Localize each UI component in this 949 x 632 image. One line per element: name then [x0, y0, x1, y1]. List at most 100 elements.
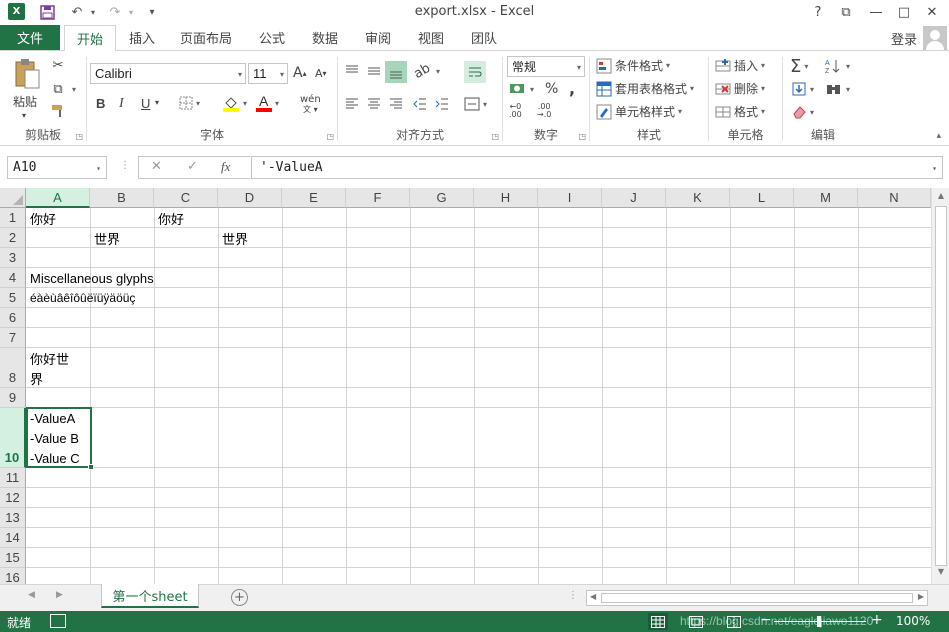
macro-recording-icon[interactable]: [50, 614, 66, 628]
top-align-icon[interactable]: [344, 63, 360, 79]
cell-a1[interactable]: 你好: [30, 209, 56, 228]
row-header-9[interactable]: 9: [0, 388, 26, 408]
wrap-text-icon[interactable]: [464, 61, 486, 83]
number-launcher-icon[interactable]: ◳: [578, 132, 586, 141]
maximize-button[interactable]: □: [894, 2, 914, 22]
vertical-scroll-thumb[interactable]: [935, 206, 947, 566]
cell-a5[interactable]: éàèùâêîôûëïüÿäöüç: [30, 291, 135, 305]
clear-icon[interactable]: ▾: [791, 104, 814, 120]
fill-handle[interactable]: [88, 464, 94, 470]
tab-review[interactable]: 审阅: [356, 25, 400, 50]
align-center-icon[interactable]: [366, 96, 382, 112]
paste-dropdown-icon[interactable]: ▾: [22, 111, 26, 120]
sign-in-link[interactable]: 登录: [891, 29, 917, 48]
column-header-m[interactable]: M: [794, 188, 858, 208]
font-name-select[interactable]: Calibri ▾: [90, 63, 246, 84]
conditional-formatting-button[interactable]: 条件格式 ▾: [596, 57, 670, 74]
customize-quick-access-icon[interactable]: ▾: [143, 3, 161, 21]
tab-view[interactable]: 视图: [409, 25, 453, 50]
row-header-2[interactable]: 2: [0, 228, 26, 248]
orientation-icon[interactable]: ab ▾: [411, 60, 440, 81]
middle-align-icon[interactable]: [366, 63, 382, 79]
excel-app-icon[interactable]: X: [8, 3, 25, 20]
row-header-13[interactable]: 13: [0, 508, 26, 528]
paste-button-label[interactable]: 粘贴: [13, 93, 37, 110]
copy-icon[interactable]: ⧉ ▾: [50, 81, 76, 97]
paste-icon[interactable]: [12, 57, 42, 91]
tab-page-layout[interactable]: 页面布局: [172, 25, 240, 50]
delete-cells-button[interactable]: 删除 ▾: [715, 80, 765, 97]
tab-insert[interactable]: 插入: [120, 25, 164, 50]
zoom-level[interactable]: 100%: [896, 614, 930, 628]
column-header-g[interactable]: G: [410, 188, 474, 208]
previous-sheet-icon[interactable]: ◀: [28, 590, 35, 600]
scroll-up-icon[interactable]: ▲: [935, 191, 947, 205]
page-layout-view-icon[interactable]: [686, 613, 706, 630]
sort-filter-icon[interactable]: AZ ▾: [825, 58, 850, 74]
merge-center-icon[interactable]: ▾: [464, 96, 487, 112]
tab-split-grip-icon[interactable]: ⋮: [568, 590, 578, 601]
collapse-ribbon-icon[interactable]: ▴: [936, 131, 941, 141]
increase-decimal-icon[interactable]: ←0.00: [509, 103, 522, 119]
row-header-10[interactable]: 10: [0, 408, 26, 468]
row-header-16[interactable]: 16: [0, 568, 26, 584]
column-header-l[interactable]: L: [730, 188, 794, 208]
column-header-c[interactable]: C: [154, 188, 218, 208]
underline-dropdown-icon[interactable]: ▾: [155, 98, 159, 107]
column-header-b[interactable]: B: [90, 188, 154, 208]
add-sheet-icon[interactable]: +: [231, 589, 248, 606]
zoom-out-button[interactable]: −: [760, 612, 772, 628]
cell-d2[interactable]: 世界: [222, 229, 248, 248]
borders-icon[interactable]: ▾: [179, 96, 200, 110]
increase-indent-icon[interactable]: [434, 96, 450, 112]
column-header-a[interactable]: A: [26, 188, 90, 208]
clipboard-launcher-icon[interactable]: ◳: [75, 132, 83, 141]
italic-button[interactable]: I: [119, 96, 124, 112]
next-sheet-icon[interactable]: ▶: [56, 590, 63, 600]
find-select-icon[interactable]: ▾: [825, 81, 850, 97]
column-header-d[interactable]: D: [218, 188, 282, 208]
phonetic-guide-button[interactable]: wén 文 ▾: [300, 95, 321, 115]
row-header-3[interactable]: 3: [0, 248, 26, 268]
scroll-right-icon[interactable]: ▶: [918, 592, 924, 601]
column-header-n[interactable]: N: [858, 188, 931, 208]
format-as-table-button[interactable]: 套用表格格式 ▾: [596, 80, 694, 97]
comma-style-button[interactable]: ,: [569, 79, 575, 98]
row-header-6[interactable]: 6: [0, 308, 26, 328]
row-header-7[interactable]: 7: [0, 328, 26, 348]
accounting-format-icon[interactable]: ▾: [509, 81, 534, 97]
cell-a8-line1[interactable]: 你好世: [30, 349, 69, 368]
row-header-11[interactable]: 11: [0, 468, 26, 488]
minimize-button[interactable]: —: [866, 2, 886, 22]
zoom-in-button[interactable]: +: [871, 612, 883, 628]
tab-data[interactable]: 数据: [303, 25, 347, 50]
format-cells-button[interactable]: 格式 ▾: [715, 103, 765, 120]
normal-view-icon[interactable]: [648, 613, 668, 630]
row-header-8[interactable]: 8: [0, 348, 26, 388]
percent-style-button[interactable]: %: [545, 81, 558, 97]
underline-button[interactable]: U: [141, 96, 150, 111]
user-avatar[interactable]: [923, 26, 947, 50]
tab-home[interactable]: 开始: [64, 25, 116, 51]
format-painter-icon[interactable]: [50, 103, 66, 119]
tab-formulas[interactable]: 公式: [250, 25, 294, 50]
cell-c1[interactable]: 你好: [158, 209, 184, 228]
font-launcher-icon[interactable]: ◳: [326, 132, 334, 141]
number-format-select[interactable]: 常规 ▾: [507, 56, 585, 77]
bold-button[interactable]: B: [96, 96, 105, 111]
cut-icon[interactable]: ✂: [50, 57, 69, 73]
redo-dropdown-icon[interactable]: ▾: [122, 3, 140, 21]
cell-a4[interactable]: Miscellaneous glyphs: [30, 271, 154, 286]
autosum-button[interactable]: Σ ▾: [790, 56, 808, 77]
row-header-5[interactable]: 5: [0, 288, 26, 308]
horizontal-scroll-thumb[interactable]: [601, 593, 913, 603]
tab-file[interactable]: 文件: [0, 25, 60, 50]
undo-dropdown-icon[interactable]: ▾: [84, 3, 102, 21]
select-all-button[interactable]: [0, 188, 26, 208]
cell-styles-button[interactable]: 单元格样式 ▾: [596, 103, 682, 120]
page-break-view-icon[interactable]: [724, 613, 744, 630]
row-header-1[interactable]: 1: [0, 208, 26, 228]
column-header-e[interactable]: E: [282, 188, 346, 208]
name-box[interactable]: A10 ▾: [7, 156, 107, 179]
font-size-select[interactable]: 11 ▾: [248, 63, 288, 84]
